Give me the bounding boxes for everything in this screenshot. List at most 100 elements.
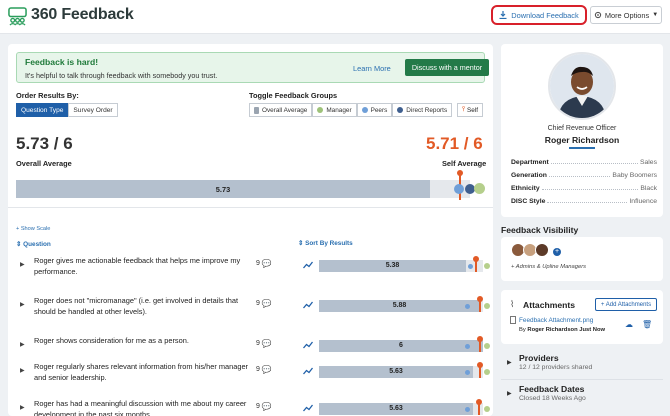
attr-value: Baby Boomers	[612, 172, 657, 179]
feedback-dates-title[interactable]: Feedback Dates	[519, 384, 584, 394]
attr-leader	[548, 176, 611, 177]
sort-icon: ⇕	[298, 240, 304, 247]
self-marker-head	[473, 256, 479, 262]
alert-text: It's helpful to talk through feedback wi…	[25, 71, 218, 80]
toggle-overall-average[interactable]: Overall Average	[249, 103, 313, 117]
top-bar: 360 Feedback Download Feedback More Opti…	[0, 0, 670, 34]
attr-leader	[547, 202, 628, 203]
toggle-direct-reports[interactable]: Direct Reports	[392, 103, 453, 117]
attr-ethnicity: Ethnicity Black	[511, 180, 657, 192]
attachment-file-link[interactable]: Feedback Attachment.png	[519, 317, 593, 324]
self-marker-head	[477, 296, 483, 302]
add-viewer-icon[interactable]: +	[553, 248, 561, 256]
trend-icon[interactable]	[303, 404, 313, 412]
manager-marker	[484, 303, 490, 309]
add-attachments-button[interactable]: + Add Attachments	[595, 298, 657, 311]
table-row[interactable]: ▶ Roger has had a meaningful discussion w…	[8, 395, 493, 416]
question-text: Roger regularly shares relevant informat…	[34, 362, 249, 382]
peers-marker	[468, 263, 473, 269]
result-bar-value: 5.63	[389, 405, 403, 412]
caret-right-icon[interactable]: ▶	[507, 390, 512, 397]
manager-marker	[484, 263, 490, 269]
order-segmented-control: Question Type Survey Order	[16, 103, 118, 117]
caret-right-icon[interactable]: ▶	[20, 301, 25, 308]
feedback-alert: Feedback is hard! It's helpful to talk t…	[16, 52, 489, 83]
download-cloud-icon[interactable]: ☁	[625, 320, 633, 329]
byline-prefix: By	[519, 327, 526, 333]
trend-icon[interactable]	[303, 341, 313, 349]
job-title: Chief Revenue Officer	[547, 125, 617, 132]
download-feedback-button[interactable]: Download Feedback	[491, 5, 587, 25]
self-score: 5.71 / 6	[426, 134, 483, 153]
table-row[interactable]: ▶ Roger gives me actionable feedback that…	[8, 252, 493, 282]
more-options-button[interactable]: More Options ▼	[590, 6, 662, 24]
attachment-actions: ☁ 🗑	[625, 320, 652, 329]
byline-name: Roger Richardson	[527, 327, 578, 333]
caret-right-icon[interactable]: ▶	[507, 359, 512, 366]
attr-key: Generation	[511, 172, 547, 179]
discuss-with-mentor-button[interactable]: Discuss with a mentor	[405, 59, 489, 76]
more-options-label: More Options	[604, 10, 650, 20]
main-scrollbar[interactable]	[493, 44, 497, 416]
trend-icon[interactable]	[303, 301, 313, 309]
attr-value: Influence	[629, 198, 657, 205]
manager-marker	[474, 183, 485, 194]
toggle-peers-label: Peers	[370, 106, 388, 114]
app-title: 360 Feedback	[31, 6, 134, 23]
caret-right-icon[interactable]: ▶	[20, 261, 25, 268]
response-count[interactable]: 9 💬	[256, 402, 272, 411]
sort-by-results-header[interactable]: ⇕ Sort By Results	[298, 239, 353, 247]
toggle-peers[interactable]: Peers	[356, 103, 393, 117]
response-count[interactable]: 9 💬	[256, 339, 272, 348]
download-feedback-label: Download Feedback	[511, 10, 579, 20]
order-survey-order-button[interactable]: Survey Order	[68, 103, 118, 117]
self-average-label: Self Average	[442, 159, 487, 168]
caret-right-icon[interactable]: ▶	[20, 341, 25, 348]
question-text: Roger does not "micromanage" (i.e. get i…	[34, 296, 239, 316]
alert-title: Feedback is hard!	[25, 57, 99, 67]
manager-dot-icon	[317, 107, 324, 113]
question-column-header[interactable]: ⇕ Question	[16, 240, 51, 248]
trash-icon[interactable]: 🗑	[642, 320, 652, 329]
result-bar-value: 6	[399, 342, 403, 349]
response-count-value: 9	[256, 300, 260, 307]
providers-title[interactable]: Providers	[519, 353, 559, 363]
attr-generation: Generation Baby Boomers	[511, 167, 657, 179]
learn-more-link[interactable]: Learn More	[353, 64, 391, 73]
attachments-card: ⌇ Attachments + Add Attachments Feedback…	[501, 290, 663, 344]
toggle-manager-label: Manager	[326, 106, 352, 114]
manager-marker	[484, 343, 490, 349]
caret-right-icon[interactable]: ▶	[20, 367, 25, 374]
caret-right-icon[interactable]: ▶	[20, 404, 25, 411]
overall-average-label: Overall Average	[16, 159, 72, 168]
attr-leader	[550, 163, 638, 164]
question-text: Roger gives me actionable feedback that …	[34, 256, 241, 276]
comment-icon: 💬	[261, 339, 272, 348]
result-bar: 5.63	[319, 399, 490, 415]
response-count[interactable]: 9 💬	[256, 299, 272, 308]
table-row[interactable]: ▶ Roger regularly shares relevant informa…	[8, 358, 493, 388]
manager-marker	[484, 406, 490, 412]
toggle-self[interactable]: ⫯ Self	[457, 103, 484, 117]
person-photo-icon	[550, 54, 614, 118]
attr-value: Sales	[639, 159, 657, 166]
table-row[interactable]: ▶ Roger does not "micromanage" (i.e. get …	[8, 292, 493, 322]
response-count[interactable]: 9 💬	[256, 365, 272, 374]
360-feedback-logo-icon	[8, 7, 27, 26]
person-name: Roger Richardson	[544, 135, 620, 145]
direct-reports-dot-icon	[397, 107, 404, 113]
self-marker-head	[477, 336, 483, 342]
trend-icon[interactable]	[303, 261, 313, 269]
order-question-type-button[interactable]: Question Type	[16, 103, 69, 117]
attachment-byline: By Roger Richardson Just Now	[519, 327, 605, 333]
feedback-dates-subtitle: Closed 18 Weeks Ago	[519, 395, 586, 402]
toggle-manager[interactable]: Manager	[312, 103, 357, 117]
gear-icon	[594, 11, 601, 19]
response-count[interactable]: 9 💬	[256, 259, 272, 268]
profile-card: Chief Revenue Officer Roger Richardson D…	[501, 44, 663, 217]
trend-icon[interactable]	[303, 367, 313, 375]
comment-icon: 💬	[261, 259, 272, 268]
paperclip-icon: ⌇	[510, 299, 515, 309]
show-scale-link[interactable]: + Show Scale	[16, 226, 50, 232]
peers-marker	[465, 343, 470, 349]
